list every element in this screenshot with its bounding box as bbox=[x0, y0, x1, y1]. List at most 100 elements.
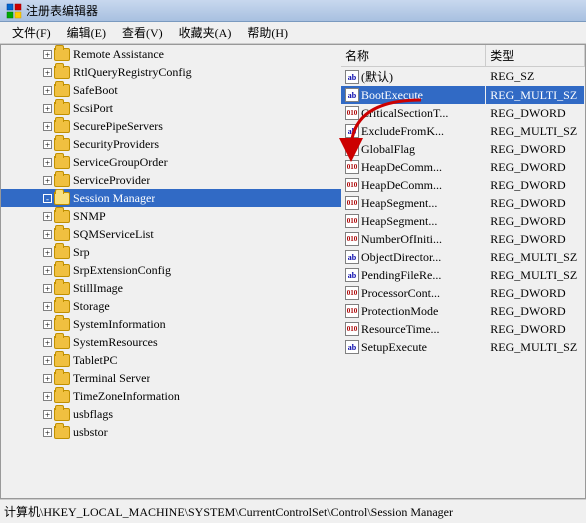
tree-item-sysres[interactable]: + SystemResources bbox=[1, 333, 341, 351]
registry-name: abBootExecute bbox=[341, 86, 486, 104]
expand-icon[interactable]: + bbox=[43, 428, 52, 437]
registry-type: REG_DWORD bbox=[486, 176, 585, 194]
tree-item-safeboot[interactable]: + SafeBoot bbox=[1, 81, 341, 99]
expand-icon[interactable]: + bbox=[43, 140, 52, 149]
registry-name: 010HeapSegment... bbox=[341, 194, 486, 212]
menu-help[interactable]: 帮助(H) bbox=[239, 22, 296, 43]
type-icon-dword: 010 bbox=[345, 178, 359, 192]
expand-icon[interactable]: + bbox=[43, 266, 52, 275]
registry-row[interactable]: abSetupExecuteREG_MULTI_SZ bbox=[341, 338, 585, 356]
expand-icon[interactable]: + bbox=[43, 392, 52, 401]
tree-item-servicegroup[interactable]: + ServiceGroupOrder bbox=[1, 153, 341, 171]
tree-item-srp[interactable]: + Srp bbox=[1, 243, 341, 261]
registry-type: REG_MULTI_SZ bbox=[486, 248, 585, 266]
tree-item-scsiport[interactable]: + ScsiPort bbox=[1, 99, 341, 117]
expand-icon[interactable]: + bbox=[43, 410, 52, 419]
registry-row[interactable]: abPendingFileRe...REG_MULTI_SZ bbox=[341, 266, 585, 284]
tree-item-security[interactable]: + SecurityProviders bbox=[1, 135, 341, 153]
col-type: 类型 bbox=[486, 45, 585, 67]
registry-row[interactable]: ab(默认)REG_SZ bbox=[341, 67, 585, 87]
tree-item-storage[interactable]: + Storage bbox=[1, 297, 341, 315]
registry-name: 010ProtectionMode bbox=[341, 302, 486, 320]
registry-row[interactable]: 010NumberOfIniti...REG_DWORD bbox=[341, 230, 585, 248]
registry-row[interactable]: 010HeapDeComm...REG_DWORD bbox=[341, 176, 585, 194]
folder-icon bbox=[54, 192, 70, 205]
folder-icon bbox=[54, 336, 70, 349]
expand-icon[interactable]: + bbox=[43, 374, 52, 383]
registry-row[interactable]: 010ResourceTime...REG_DWORD bbox=[341, 320, 585, 338]
registry-type: REG_DWORD bbox=[486, 284, 585, 302]
registry-type: REG_DWORD bbox=[486, 158, 585, 176]
type-icon-sz: ab bbox=[345, 70, 359, 84]
tree-item-snmp[interactable]: + SNMP bbox=[1, 207, 341, 225]
expand-icon[interactable]: + bbox=[43, 248, 52, 257]
registry-row[interactable]: abObjectDirector...REG_MULTI_SZ bbox=[341, 248, 585, 266]
tree-item-securepipe[interactable]: + SecurePipeServers bbox=[1, 117, 341, 135]
expand-icon[interactable]: + bbox=[43, 158, 52, 167]
expand-icon[interactable]: + bbox=[43, 50, 52, 59]
tree-item-remote-assistance[interactable]: + Remote Assistance bbox=[1, 45, 341, 63]
expand-icon[interactable]: + bbox=[43, 302, 52, 311]
expand-icon[interactable]: + bbox=[43, 176, 52, 185]
tree-item-timezone[interactable]: + TimeZoneInformation bbox=[1, 387, 341, 405]
type-icon-sz: ab bbox=[345, 268, 359, 282]
expand-icon[interactable]: + bbox=[43, 230, 52, 239]
folder-icon bbox=[54, 102, 70, 115]
expand-icon[interactable]: + bbox=[43, 320, 52, 329]
tree-item-stillimage[interactable]: + StillImage bbox=[1, 279, 341, 297]
tree-item-sysinfo[interactable]: + SystemInformation bbox=[1, 315, 341, 333]
registry-row[interactable]: abBootExecuteREG_MULTI_SZ bbox=[341, 86, 585, 104]
menu-bar: 文件(F) 编辑(E) 查看(V) 收藏夹(A) 帮助(H) bbox=[0, 22, 586, 44]
registry-row[interactable]: 010HeapSegment...REG_DWORD bbox=[341, 194, 585, 212]
expand-icon[interactable]: + bbox=[43, 338, 52, 347]
registry-name: 010GlobalFlag bbox=[341, 140, 486, 158]
registry-row[interactable]: 010ProtectionModeREG_DWORD bbox=[341, 302, 585, 320]
registry-row[interactable]: 010CriticalSectionT...REG_DWORD bbox=[341, 104, 585, 122]
registry-name: abExcludeFromK... bbox=[341, 122, 486, 140]
expand-icon[interactable]: + bbox=[43, 68, 52, 77]
folder-icon bbox=[54, 228, 70, 241]
tree-item-tabletpc[interactable]: + TabletPC bbox=[1, 351, 341, 369]
registry-row[interactable]: 010HeapSegment...REG_DWORD bbox=[341, 212, 585, 230]
tree-item-usbstor[interactable]: + usbstor bbox=[1, 423, 341, 441]
registry-row[interactable]: abExcludeFromK...REG_MULTI_SZ bbox=[341, 122, 585, 140]
expand-icon[interactable]: + bbox=[43, 356, 52, 365]
expand-icon[interactable]: - bbox=[43, 194, 52, 203]
registry-row[interactable]: 010GlobalFlagREG_DWORD bbox=[341, 140, 585, 158]
tree-item-session-manager[interactable]: - Session Manager bbox=[1, 189, 341, 207]
expand-icon[interactable]: + bbox=[43, 86, 52, 95]
menu-view[interactable]: 查看(V) bbox=[114, 22, 171, 43]
right-panel[interactable]: 名称 类型 ab(默认)REG_SZabBootExecuteREG_MULTI… bbox=[341, 45, 585, 498]
tree-item-terminal[interactable]: + Terminal Server bbox=[1, 369, 341, 387]
tree-label: SystemInformation bbox=[73, 317, 166, 332]
menu-favorites[interactable]: 收藏夹(A) bbox=[171, 22, 240, 43]
registry-type: REG_DWORD bbox=[486, 212, 585, 230]
folder-icon bbox=[54, 282, 70, 295]
tree-label: Srp bbox=[73, 245, 90, 260]
tree-item-usbflags[interactable]: + usbflags bbox=[1, 405, 341, 423]
title-bar: 注册表编辑器 bbox=[0, 0, 586, 22]
expand-icon[interactable]: + bbox=[43, 284, 52, 293]
expand-icon[interactable]: + bbox=[43, 104, 52, 113]
tree-label: SNMP bbox=[73, 209, 106, 224]
registry-row[interactable]: 010HeapDeComm...REG_DWORD bbox=[341, 158, 585, 176]
registry-name: 010HeapDeComm... bbox=[341, 176, 486, 194]
menu-file[interactable]: 文件(F) bbox=[4, 22, 59, 43]
expand-icon[interactable]: + bbox=[43, 122, 52, 131]
type-icon-dword: 010 bbox=[345, 106, 359, 120]
tree-label: SafeBoot bbox=[73, 83, 118, 98]
menu-edit[interactable]: 编辑(E) bbox=[59, 22, 114, 43]
registry-row[interactable]: 010ProcessorCont...REG_DWORD bbox=[341, 284, 585, 302]
registry-name: abSetupExecute bbox=[341, 338, 486, 356]
tree-item-sqm[interactable]: + SQMServiceList bbox=[1, 225, 341, 243]
expand-icon[interactable]: + bbox=[43, 212, 52, 221]
registry-type: REG_MULTI_SZ bbox=[486, 266, 585, 284]
tree-item-rtl[interactable]: + RtlQueryRegistryConfig bbox=[1, 63, 341, 81]
tree-label: SystemResources bbox=[73, 335, 158, 350]
tree-label: Remote Assistance bbox=[73, 47, 164, 62]
tree-content[interactable]: + Remote Assistance + RtlQueryRegistryCo… bbox=[1, 45, 341, 498]
tree-label: SecurePipeServers bbox=[73, 119, 163, 134]
tree-item-srpext[interactable]: + SrpExtensionConfig bbox=[1, 261, 341, 279]
tree-item-serviceprovider[interactable]: + ServiceProvider bbox=[1, 171, 341, 189]
tree-panel: + Remote Assistance + RtlQueryRegistryCo… bbox=[1, 45, 341, 498]
